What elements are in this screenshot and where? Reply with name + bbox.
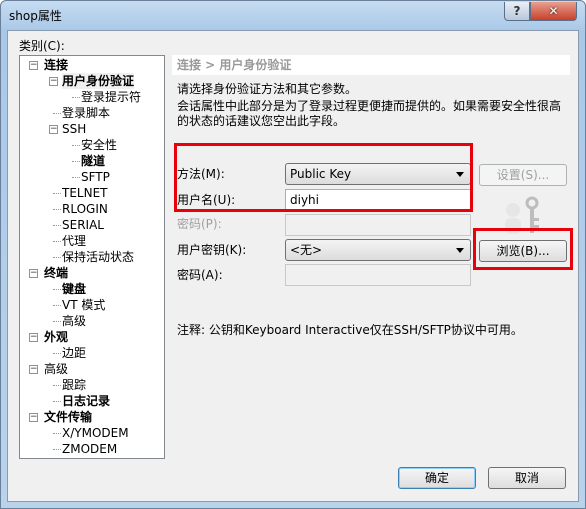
tree-connector: [53, 225, 61, 226]
collapse-icon[interactable]: −: [29, 413, 38, 422]
collapse-icon[interactable]: −: [29, 365, 38, 374]
tree-connector: [53, 209, 61, 210]
tree-item[interactable]: SSH: [62, 121, 86, 137]
tree-item[interactable]: 登录脚本: [62, 105, 110, 121]
tree-item[interactable]: 边距: [62, 345, 86, 361]
tree-connector: [53, 385, 61, 386]
collapse-icon[interactable]: −: [49, 125, 58, 134]
window-title: shop属性: [9, 9, 62, 23]
tree-connector: [53, 353, 61, 354]
tree-item[interactable]: 代理: [62, 233, 86, 249]
tree-item[interactable]: TELNET: [62, 185, 108, 201]
tree-item[interactable]: RLOGIN: [62, 201, 108, 217]
tree-item[interactable]: 登录提示符: [81, 89, 141, 105]
tree-item[interactable]: 用户身份验证: [62, 73, 135, 89]
highlight-box-method-username: [174, 143, 473, 212]
tree-item[interactable]: 日志记录: [62, 393, 110, 409]
tree-item[interactable]: SERIAL: [62, 217, 104, 233]
tree-item[interactable]: 隧道: [81, 153, 105, 169]
tree-item[interactable]: 键盘: [62, 281, 86, 297]
help-button[interactable]: ?: [504, 2, 530, 21]
userkey-label: 用户密钥(K):: [177, 243, 247, 257]
tree-connector: [53, 257, 61, 258]
intro-text: 的状态的话建议您空出此字段。: [177, 114, 346, 128]
tree-connector: [72, 97, 80, 98]
ok-button[interactable]: 确定: [398, 467, 476, 489]
category-tree[interactable]: 连接 − 用户身份验证 − 登录提示符 登录脚本 SSH − 安全性 隧道 SFTP TELNET RL…: [19, 55, 165, 459]
note-text: 注释: 公钥和Keyboard Interactive仅在SSH/SFTP协议中…: [177, 323, 523, 337]
tree-item[interactable]: ZMODEM: [62, 441, 117, 457]
tree-connector: [53, 113, 61, 114]
tree-connector: [53, 193, 61, 194]
tree-item[interactable]: 文件传输: [44, 409, 92, 425]
panel-breadcrumb: 连接 > 用户身份验证: [172, 55, 570, 75]
collapse-icon[interactable]: −: [29, 333, 38, 342]
password-input[interactable]: [285, 214, 471, 236]
collapse-icon[interactable]: −: [29, 269, 38, 278]
tree-item[interactable]: 终端: [44, 265, 68, 281]
collapse-icon[interactable]: −: [49, 77, 58, 86]
tree-connector: [53, 241, 61, 242]
tree-item[interactable]: 外观: [44, 329, 68, 345]
userkey-value: <无>: [290, 243, 323, 257]
tree-item[interactable]: SFTP: [81, 169, 110, 185]
tree-connector: [72, 145, 80, 146]
tree-connector: [72, 177, 80, 178]
userkey-select[interactable]: <无>: [285, 239, 471, 261]
tree-item[interactable]: 安全性: [81, 137, 117, 153]
tree-item[interactable]: 跟踪: [62, 377, 86, 393]
category-label: 类别(C):: [19, 39, 65, 53]
tree-connector: [53, 305, 61, 306]
tree-connector: [53, 401, 61, 402]
tree-item[interactable]: 高级: [44, 361, 68, 377]
tree-item[interactable]: X/YMODEM: [62, 425, 129, 441]
tree-connector: [72, 161, 80, 162]
tree-item[interactable]: 高级: [62, 313, 86, 329]
password-label: 密码(P):: [177, 217, 222, 231]
tree-connector: [53, 449, 61, 450]
intro-text: 请选择身份验证方法和其它参数。: [177, 82, 358, 96]
tree-item[interactable]: 连接: [44, 57, 68, 73]
close-button[interactable]: ✕: [530, 2, 577, 21]
passphrase-label: 密码(A):: [177, 268, 223, 282]
chevron-down-icon: [456, 248, 464, 253]
tree-connector: [53, 321, 61, 322]
tree-item[interactable]: VT 模式: [62, 297, 105, 313]
collapse-icon[interactable]: −: [29, 61, 38, 70]
tree-connector: [53, 433, 61, 434]
passphrase-input[interactable]: [285, 264, 471, 286]
highlight-box-browse: [473, 228, 573, 270]
tree-item[interactable]: 保持活动状态: [62, 249, 134, 265]
tree-connector: [53, 289, 61, 290]
settings-button[interactable]: 设置(S)...: [479, 164, 567, 186]
cancel-button[interactable]: 取消: [488, 467, 566, 489]
